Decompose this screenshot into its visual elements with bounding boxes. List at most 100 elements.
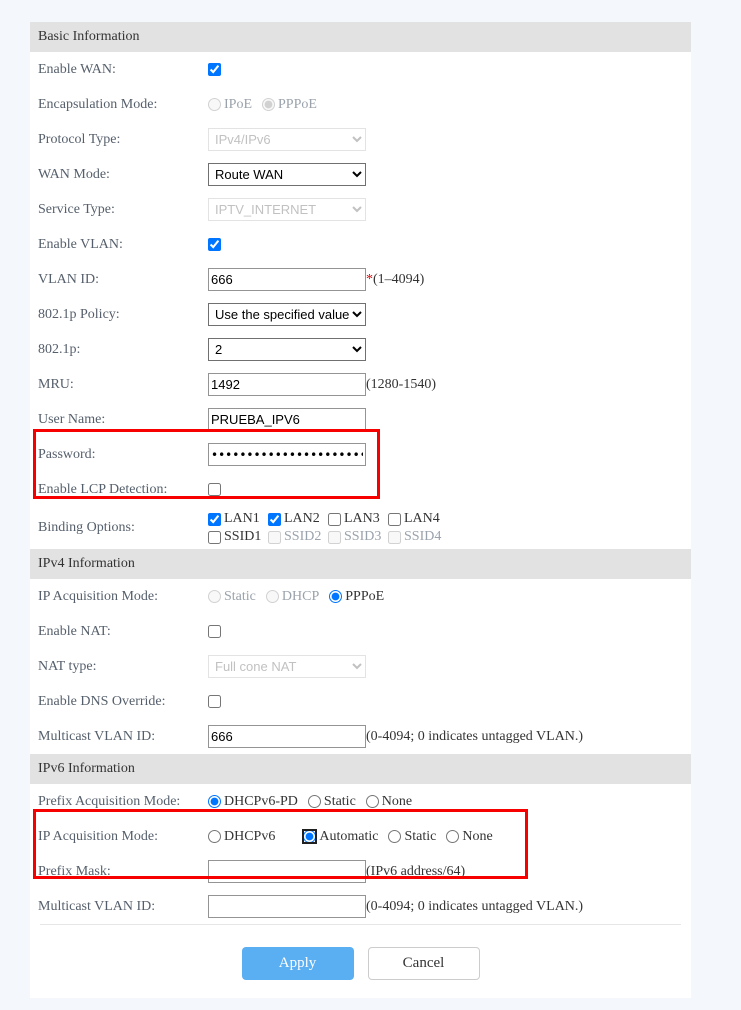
checkbox-lan2[interactable]: LAN2 [268,511,326,527]
radio-prefix-dhcpv6-pd-label: DHCPv6-PD [224,794,298,810]
row-enable-dns-override: Enable DNS Override: [30,684,691,719]
wan-mode-select[interactable]: Route WAN [208,163,366,186]
settings-form-panel: Basic Information Enable WAN: Encapsulat… [30,22,691,998]
label-ipv4-ip-acquisition-mode: IP Acquisition Mode: [38,589,208,605]
label-enable-dns-override: Enable DNS Override: [38,694,208,710]
row-service-type: Service Type: IPTV_INTERNET [30,192,691,227]
radio-ipv4-static-input[interactable] [208,590,221,603]
checkbox-lan3-input[interactable] [328,513,341,526]
section-header-ipv4-information: IPv4 Information [30,549,691,579]
radio-ipv6-automatic-input[interactable] [303,830,316,843]
checkbox-ssid1-input[interactable] [208,531,221,544]
checkbox-lan4-label: LAN4 [404,511,440,527]
checkbox-ssid2[interactable]: SSID2 [268,529,326,545]
label-8021p: 802.1p: [38,342,208,358]
enable-vlan-checkbox[interactable] [208,238,221,251]
section-header-basic-information: Basic Information [30,22,691,52]
checkbox-lan2-input[interactable] [268,513,281,526]
enable-wan-checkbox[interactable] [208,63,221,76]
basic-information-rows: Enable WAN: Encapsulation Mode: IPoE PPP… [30,52,691,549]
radio-ipv6-dhcpv6-input[interactable] [208,830,221,843]
radio-prefix-none-label: None [382,794,412,810]
ipv4-information-rows: IP Acquisition Mode: Static DHCP PPPoE E… [30,579,691,754]
ipv4-multicast-vlan-id-input[interactable] [208,725,366,748]
user-name-input[interactable] [208,408,366,431]
radio-ipv4-dhcp-input[interactable] [266,590,279,603]
row-ipv6-ip-acquisition-mode: IP Acquisition Mode: DHCPv6 Automatic St… [30,819,691,854]
apply-button[interactable]: Apply [242,947,354,980]
radio-ipv4-static-label: Static [224,589,256,605]
service-type-select[interactable]: IPTV_INTERNET [208,198,366,221]
binding-options-group: LAN1 LAN2 LAN3 LAN4 [208,507,448,549]
radio-ipv6-automatic[interactable]: Automatic [303,829,378,845]
radio-encapsulation-ipoe-input[interactable] [208,98,221,111]
label-nat-type: NAT type: [38,659,208,675]
checkbox-lan4[interactable]: LAN4 [388,511,446,527]
checkbox-lan1-input[interactable] [208,513,221,526]
radio-ipv4-dhcp[interactable]: DHCP [266,589,319,605]
label-prefix-acquisition-mode: Prefix Acquisition Mode: [38,794,208,810]
binding-options-lan-line: LAN1 LAN2 LAN3 LAN4 [208,511,448,527]
row-enable-vlan: Enable VLAN: [30,227,691,262]
radio-ipv6-automatic-label: Automatic [319,829,378,845]
radio-prefix-none[interactable]: None [366,794,412,810]
radio-encapsulation-ipoe[interactable]: IPoE [208,97,252,113]
checkbox-ssid3[interactable]: SSID3 [328,529,386,545]
row-ipv4-multicast-vlan-id: Multicast VLAN ID: (0-4094; 0 indicates … [30,719,691,754]
radio-ipv6-dhcpv6[interactable]: DHCPv6 [208,829,275,845]
enable-lcp-detection-checkbox[interactable] [208,483,221,496]
radio-ipv6-static-input[interactable] [388,830,401,843]
radio-ipv6-static[interactable]: Static [388,829,436,845]
checkbox-ssid3-input[interactable] [328,531,341,544]
8021p-policy-select[interactable]: Use the specified value [208,303,366,326]
section-header-ipv6-information: IPv6 Information [30,754,691,784]
row-enable-nat: Enable NAT: [30,614,691,649]
checkbox-lan1[interactable]: LAN1 [208,511,266,527]
row-8021p: 802.1p: 2 [30,332,691,367]
nat-type-select[interactable]: Full cone NAT [208,655,366,678]
radio-ipv4-static[interactable]: Static [208,589,256,605]
checkbox-ssid1[interactable]: SSID1 [208,529,266,545]
label-user-name: User Name: [38,412,208,428]
radio-encapsulation-pppoe[interactable]: PPPoE [262,97,317,113]
mru-input[interactable] [208,373,366,396]
checkbox-lan3[interactable]: LAN3 [328,511,386,527]
label-enable-wan: Enable WAN: [38,62,208,78]
enable-nat-checkbox[interactable] [208,625,221,638]
label-prefix-mask: Prefix Mask: [38,864,208,880]
row-encapsulation-mode: Encapsulation Mode: IPoE PPPoE [30,87,691,122]
row-protocol-type: Protocol Type: IPv4/IPv6 [30,122,691,157]
label-enable-lcp-detection: Enable LCP Detection: [38,482,208,498]
prefix-mask-hint: (IPv6 address/64) [366,864,465,880]
row-enable-wan: Enable WAN: [30,52,691,87]
vlan-id-input[interactable] [208,268,366,291]
binding-options-ssid-line: SSID1 SSID2 SSID3 SSID4 [208,529,448,545]
radio-prefix-dhcpv6-pd[interactable]: DHCPv6-PD [208,794,298,810]
radio-ipv6-none-input[interactable] [446,830,459,843]
checkbox-ssid4-label: SSID4 [404,529,441,545]
prefix-mask-input[interactable] [208,860,366,883]
checkbox-ssid4-input[interactable] [388,531,401,544]
radio-ipv6-none[interactable]: None [446,829,492,845]
checkbox-ssid4[interactable]: SSID4 [388,529,446,545]
ipv6-multicast-vlan-id-hint: (0-4094; 0 indicates untagged VLAN.) [366,899,583,915]
ipv6-multicast-vlan-id-input[interactable] [208,895,366,918]
radio-ipv4-pppoe[interactable]: PPPoE [329,589,384,605]
row-8021p-policy: 802.1p Policy: Use the specified value [30,297,691,332]
radio-prefix-none-input[interactable] [366,795,379,808]
checkbox-lan4-input[interactable] [388,513,401,526]
radio-prefix-static-input[interactable] [308,795,321,808]
radio-prefix-static[interactable]: Static [308,794,356,810]
checkbox-ssid2-input[interactable] [268,531,281,544]
protocol-type-select[interactable]: IPv4/IPv6 [208,128,366,151]
label-service-type: Service Type: [38,202,208,218]
8021p-select[interactable]: 2 [208,338,366,361]
enable-dns-override-checkbox[interactable] [208,695,221,708]
radio-encapsulation-pppoe-input[interactable] [262,98,275,111]
label-vlan-id: VLAN ID: [38,272,208,288]
password-input[interactable] [208,443,366,466]
radio-prefix-dhcpv6-pd-input[interactable] [208,795,221,808]
cancel-button[interactable]: Cancel [368,947,480,980]
radio-ipv4-pppoe-input[interactable] [329,590,342,603]
row-prefix-acquisition-mode: Prefix Acquisition Mode: DHCPv6-PD Stati… [30,784,691,819]
